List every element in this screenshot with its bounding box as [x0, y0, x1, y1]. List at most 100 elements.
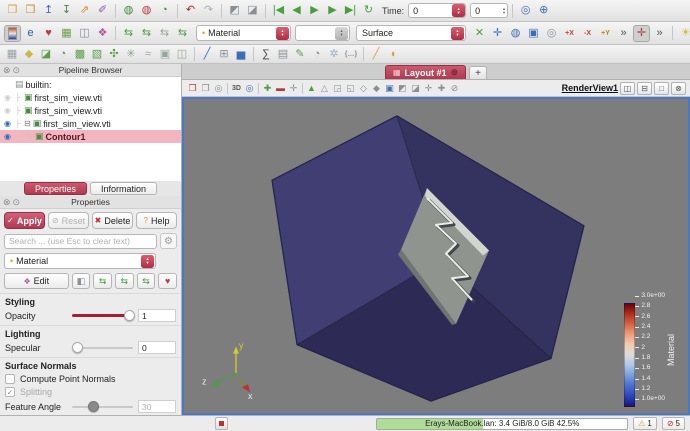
visibility-eye-icon[interactable]: ◉: [2, 106, 13, 115]
frame-spinbox[interactable]: 0 ▴ ▾: [470, 3, 509, 18]
temporal-stats-icon[interactable]: ◔: [309, 47, 325, 62]
camera-undo-icon[interactable]: ◩: [226, 2, 243, 19]
view-plus-y-icon[interactable]: +Y: [597, 25, 614, 42]
edit-color-map-button[interactable]: ❖ Edit: [4, 273, 69, 289]
zoom-to-box-icon[interactable]: ◎: [543, 25, 560, 42]
errors-badge[interactable]: ⊘ 5: [661, 417, 685, 430]
save-state-icon[interactable]: ↧: [58, 2, 75, 19]
toggle-color-legend-icon[interactable]: [4, 24, 21, 42]
extract-subset-icon[interactable]: ▧: [89, 47, 105, 62]
disconnect-server-icon[interactable]: ◍: [138, 2, 155, 19]
reset-button[interactable]: ⊘ Reset: [48, 212, 89, 229]
time-stepper[interactable]: ▴ ▾: [452, 4, 466, 17]
close-layout-icon[interactable]: ⊗: [451, 67, 459, 78]
clip-icon[interactable]: ◪: [38, 47, 54, 62]
view-plus-x-icon[interactable]: +X: [561, 25, 578, 42]
delete-button[interactable]: ✖ Delete: [92, 212, 133, 229]
view-minus-x-icon[interactable]: -X: [579, 25, 596, 42]
interactive-select-cells-icon[interactable]: ◩: [396, 82, 409, 95]
close-view-icon[interactable]: ⊗: [671, 81, 686, 95]
edit-camera-icon[interactable]: ❒: [186, 82, 199, 95]
feature-angle-value[interactable]: 30: [138, 400, 176, 413]
search-input[interactable]: [4, 233, 157, 249]
expander-icon[interactable]: ⊟: [24, 119, 31, 128]
extract-group-icon[interactable]: ◫: [174, 47, 190, 62]
rescale-data-range-icon[interactable]: ⇆: [120, 25, 137, 42]
select-polygon-cells-icon[interactable]: ◇: [357, 82, 370, 95]
add-layout-button[interactable]: +: [469, 66, 488, 79]
visibility-eye-icon[interactable]: ◉: [2, 93, 13, 102]
dock-close-icon[interactable]: ⊗: [3, 65, 11, 75]
opacity-slider[interactable]: [72, 310, 136, 321]
select-frustum-points-icon[interactable]: ◱: [344, 82, 357, 95]
export-scene-icon[interactable]: ⇗: [76, 2, 93, 19]
specular-slider[interactable]: [72, 342, 133, 353]
rescale-data-range-icon[interactable]: ⇆: [93, 273, 112, 289]
camera-overflow-icon[interactable]: »: [615, 25, 632, 42]
undo-camera-view-icon[interactable]: ◎: [212, 82, 225, 95]
select-frustum-cells-icon[interactable]: ◲: [331, 82, 344, 95]
grow-selection-icon[interactable]: ✚: [261, 82, 274, 95]
split-horizontal-icon[interactable]: ◫: [620, 81, 635, 95]
representation-combo[interactable]: Surface ▴ ▾: [356, 25, 466, 41]
time-combo[interactable]: 0 ▴ ▾: [408, 3, 467, 18]
auto-apply-icon[interactable]: ✐: [94, 2, 111, 19]
pipeline-item-source-1[interactable]: ◉ ├ ▣ first_sim_view.vti: [0, 91, 181, 104]
colormap-favorites-icon[interactable]: ♥: [40, 25, 57, 42]
warp-by-vector-icon[interactable]: ≈: [140, 47, 156, 62]
rescale-custom-range-icon[interactable]: ⇆: [114, 273, 134, 289]
previous-frame-icon[interactable]: ◀: [288, 2, 305, 19]
select-block-icon[interactable]: ▣: [383, 82, 396, 95]
color-palette-icon[interactable]: ❖: [94, 25, 111, 42]
integrate-variables-icon[interactable]: ∑: [258, 47, 274, 62]
first-frame-icon[interactable]: |◀: [270, 2, 287, 19]
dock-float-icon[interactable]: ⊙: [13, 65, 21, 75]
zoom-box-icon[interactable]: ◎: [243, 82, 256, 95]
tab-information[interactable]: Information: [90, 182, 158, 195]
apply-button[interactable]: ✓ Apply: [4, 212, 45, 229]
interaction-mode-3d-icon[interactable]: 3D: [230, 82, 243, 95]
pipeline-item-source-3[interactable]: ◉ ├ ⊟ ▣ first_sim_view.vti: [0, 117, 181, 130]
zoom-selection-icon[interactable]: ◎: [517, 2, 534, 19]
pipeline-item-source-2[interactable]: ◉ ├ ▣ first_sim_view.vti: [0, 104, 181, 117]
next-frame-icon[interactable]: ▶: [324, 2, 341, 19]
calculator-icon[interactable]: ▦: [4, 47, 20, 62]
edit-colormap-icon[interactable]: e: [22, 25, 39, 42]
maximize-view-icon[interactable]: □: [654, 81, 669, 95]
threshold-icon[interactable]: ▩: [72, 47, 88, 62]
shrink-selection-icon[interactable]: ▬: [274, 82, 287, 95]
screenshot-icon[interactable]: ⊕: [535, 2, 552, 19]
protractor-icon[interactable]: ◖: [385, 47, 401, 62]
color-legend[interactable]: 3.0e+00 2.8 2.6 2.4 2.2 2 1.8 1.6 1.4 1.2 1.0e+00 …: [624, 292, 676, 407]
tab-properties[interactable]: Properties: [23, 182, 87, 195]
rescale-visible-icon[interactable]: ⇆: [174, 25, 191, 42]
plot-over-line-icon[interactable]: ╱: [199, 47, 215, 62]
dock-float-icon[interactable]: ⊙: [13, 197, 21, 207]
slice-icon[interactable]: ◔: [55, 47, 71, 62]
loop-icon[interactable]: ↻: [360, 2, 377, 19]
contour-icon[interactable]: ◆: [21, 47, 37, 62]
visibility-eye-icon[interactable]: ◉: [2, 119, 13, 128]
hover-points-icon[interactable]: ✛: [422, 82, 435, 95]
load-state-icon[interactable]: ↥: [40, 2, 57, 19]
open-file-icon[interactable]: ❒: [4, 2, 21, 19]
splitting-checkbox[interactable]: ✓: [5, 387, 15, 397]
coloring-array-combo[interactable]: • Material ▴ ▾: [4, 253, 156, 269]
last-frame-icon[interactable]: ▶|: [342, 2, 359, 19]
open-recent-icon[interactable]: ❒: [22, 2, 39, 19]
rescale-visible-range-icon[interactable]: ⇆: [136, 273, 156, 289]
extract-time-icon[interactable]: ✎: [292, 47, 308, 62]
light-kit-icon[interactable]: ☀: [677, 25, 690, 42]
choose-preset-icon[interactable]: ♥: [158, 273, 178, 289]
pipeline-item-builtin[interactable]: ▤ builtin:: [0, 78, 181, 91]
choose-preset-icon[interactable]: ▦: [58, 25, 75, 42]
pipeline-item-contour1[interactable]: ◉ └ ▣ Contour1: [0, 130, 181, 143]
abort-button[interactable]: [215, 417, 228, 430]
stream-tracer-icon[interactable]: ✳: [123, 47, 139, 62]
select-polygon-points-icon[interactable]: ◆: [370, 82, 383, 95]
recenter-icon[interactable]: ✛: [287, 82, 300, 95]
play-icon[interactable]: ▶: [306, 2, 323, 19]
import-preset-icon[interactable]: ◫: [76, 25, 93, 42]
show-center-axes-icon[interactable]: ✛: [633, 24, 650, 42]
reset-camera-icon[interactable]: ✕: [471, 25, 488, 42]
